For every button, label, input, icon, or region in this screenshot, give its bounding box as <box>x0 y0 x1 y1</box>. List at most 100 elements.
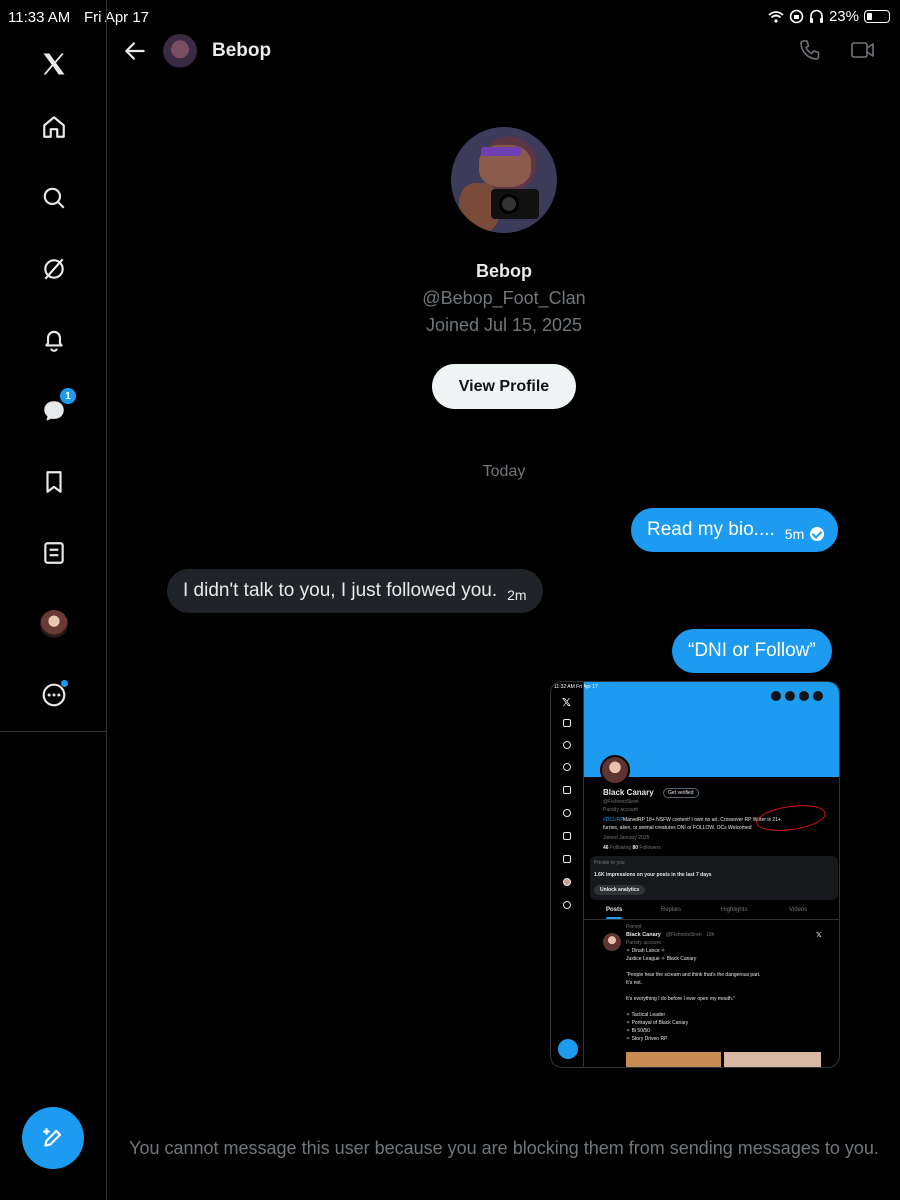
blocked-notice: You cannot message this user because you… <box>129 1138 879 1158</box>
message-text: I didn't talk to you, I just followed yo… <box>183 580 498 601</box>
messages-badge: 1 <box>60 388 76 404</box>
mini-icon <box>799 691 809 701</box>
compose-button[interactable] <box>22 1107 84 1169</box>
sidebar-divider <box>0 731 107 732</box>
message-text: “DNI or Follow” <box>688 640 816 661</box>
mini-nav-icon <box>563 719 571 727</box>
more-icon[interactable] <box>38 679 70 711</box>
mini-followers-label: Followers <box>639 845 661 851</box>
mini-post-name: Black Canary <box>626 932 661 938</box>
header-name[interactable]: Bebop <box>212 40 271 62</box>
profile-name: Bebop <box>476 261 532 281</box>
attached-image[interactable]: 11:32 AM Fri Apr 17 𝕏 Black Canary Get v… <box>550 681 840 1068</box>
mini-following-label: Following <box>609 845 632 851</box>
message-time: 5m <box>784 526 805 542</box>
mini-parody: Parody account <box>603 807 638 813</box>
mini-tab-replies: Replies <box>661 907 682 913</box>
messages-icon[interactable]: 1 <box>38 388 76 427</box>
video-camera-icon <box>851 42 874 58</box>
message-time: 2m <box>507 587 527 603</box>
orientation-lock-icon <box>789 9 804 24</box>
mini-bio-tag: #DCURP <box>603 817 624 823</box>
mini-post-x-icon: 𝕏 <box>816 932 822 939</box>
mini-nav-icon <box>563 832 571 840</box>
more-notification-dot <box>61 680 68 687</box>
mini-tab-highlights: Highlights <box>721 907 748 913</box>
mini-post-line: ✧ Bi 50/50 <box>626 1028 650 1034</box>
mini-post-line: ✧ Dinah Lance ✧ <box>626 948 666 954</box>
mini-post-line: Justice League ✧ Black Canary <box>626 956 697 962</box>
mini-post-handle: @FishnetsSiren · 18h <box>666 932 715 938</box>
mini-icon <box>813 691 823 701</box>
mini-post-line: “People hear the scream and think that’s… <box>626 972 761 978</box>
profile-joined-date: Joined Jul 15, 2025 <box>425 315 583 335</box>
mini-pinned: Pinned <box>626 924 642 930</box>
mini-profile-name: Black Canary <box>603 788 654 797</box>
mini-nav-icon <box>563 809 571 817</box>
mini-followers-count: 80 <box>632 845 639 851</box>
mini-icon <box>785 691 795 701</box>
mini-nav-icon <box>563 786 571 794</box>
x-logo[interactable] <box>38 48 70 80</box>
read-receipt-icon <box>810 527 825 541</box>
back-button[interactable] <box>122 38 148 64</box>
avatar-shades <box>481 147 521 156</box>
battery-fill <box>867 13 872 20</box>
mini-analytics-card: Private to you 1.6K impressions on your … <box>590 856 838 900</box>
notifications-icon[interactable] <box>38 324 70 356</box>
call-button[interactable] <box>798 38 822 67</box>
status-indicators: 23% <box>768 8 890 25</box>
mini-nav-icon <box>563 855 571 863</box>
view-profile-button[interactable]: View Profile <box>432 364 576 409</box>
avatar-lens <box>499 194 519 214</box>
mini-nav-icon <box>563 763 571 771</box>
mini-profile-tabs: Posts Replies Highlights Videos <box>584 904 839 920</box>
lists-icon[interactable] <box>38 537 70 569</box>
grok-icon[interactable] <box>38 253 70 285</box>
mini-handle: @FishnetsSiren <box>603 799 639 805</box>
mini-tab-posts: Posts <box>606 907 623 919</box>
profile-handle: @Bebop_Foot_Clan <box>422 288 586 308</box>
avatar <box>40 610 68 638</box>
mini-unlock-analytics: Unlock analytics <box>594 885 646 895</box>
x-logo-icon <box>43 53 65 75</box>
mini-post-line: It’s everything I do before I ever open … <box>626 996 735 1002</box>
avatar-camera <box>491 189 539 219</box>
sidebar: 1 <box>0 0 107 1200</box>
red-annotation-scribble <box>754 801 828 835</box>
video-call-button[interactable] <box>850 38 876 67</box>
mini-bio-line2: furries, alien, or animal creatures DNI … <box>603 825 752 831</box>
mini-joined: Joined January 2025 <box>603 835 650 841</box>
search-icon[interactable] <box>38 182 70 214</box>
wifi-icon <box>768 10 784 23</box>
mini-post-line: ✧ Portrayal of Black Canary <box>626 1020 689 1026</box>
compose-icon <box>43 1128 62 1147</box>
mini-post-avatar <box>603 933 621 951</box>
day-separator: Today <box>482 463 526 480</box>
battery-percent: 23% <box>828 8 859 25</box>
profile-avatar-large[interactable] <box>451 127 557 233</box>
mini-x-logo: 𝕏 <box>562 697 571 709</box>
mini-profile-avatar <box>600 755 630 785</box>
mini-nav-icon <box>563 878 571 886</box>
conversation-header: Bebop <box>108 28 900 74</box>
home-icon[interactable] <box>38 111 70 143</box>
mini-post-parody: Parody account <box>626 940 661 946</box>
mini-compose <box>558 1039 578 1059</box>
mini-tab-videos: Videos <box>789 907 808 913</box>
bookmarks-icon[interactable] <box>38 466 70 498</box>
header-avatar[interactable] <box>163 34 197 68</box>
mini-follow-counts: 46 Following 80 Followers <box>603 845 661 851</box>
battery-icon <box>864 10 890 23</box>
mini-nav-icon <box>563 741 571 749</box>
mini-post-line: ✧ Tactical Leader <box>626 1012 666 1018</box>
mini-get-verified: Get verified <box>663 788 699 798</box>
message-bubble-sent[interactable]: “DNI or Follow” <box>672 629 832 673</box>
mini-impressions: 1.6K impressions on your posts in the la… <box>594 872 712 878</box>
banner-actions <box>771 691 823 701</box>
message-bubble-received[interactable]: I didn't talk to you, I just followed yo… <box>167 569 543 613</box>
headphones-icon <box>809 9 823 23</box>
profile-avatar[interactable] <box>38 608 70 640</box>
mini-sidebar: 𝕏 <box>551 682 584 1067</box>
message-bubble-sent[interactable]: Read my bio.... 5m <box>631 508 839 552</box>
